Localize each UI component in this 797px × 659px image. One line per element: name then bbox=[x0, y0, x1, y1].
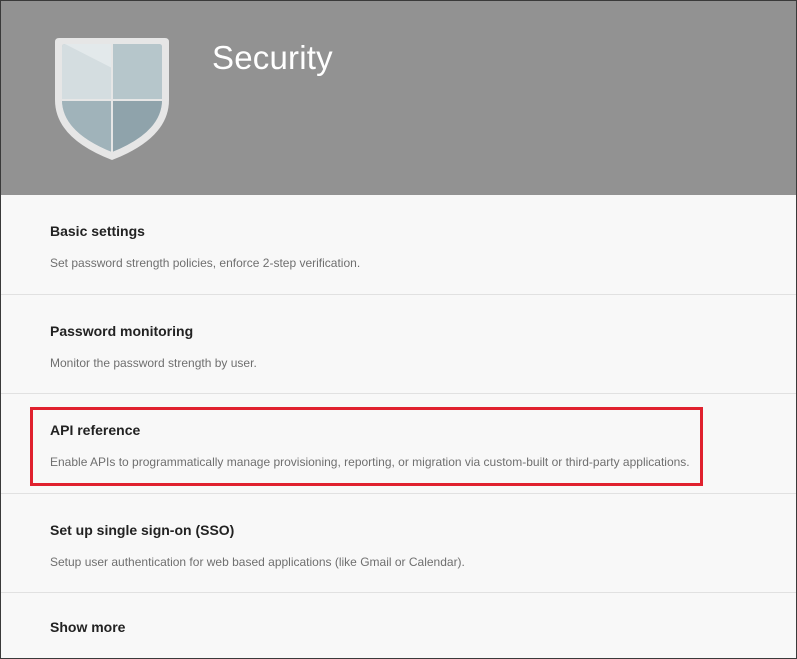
section-title: Password monitoring bbox=[50, 322, 194, 339]
show-more-button[interactable]: Show more bbox=[1, 593, 796, 658]
section-description: Monitor the password strength by user. bbox=[50, 355, 257, 370]
section-description: Set password strength policies, enforce … bbox=[50, 256, 361, 270]
show-more-label: Show more bbox=[50, 619, 126, 635]
section-sso[interactable]: Set up single sign-on (SSO) Setup user a… bbox=[1, 493, 796, 593]
section-basic-settings[interactable]: Basic settings Set password strength pol… bbox=[1, 195, 796, 295]
section-description: Enable APIs to programmatically manage p… bbox=[50, 455, 690, 469]
section-title: Basic settings bbox=[50, 223, 145, 239]
section-password-monitoring[interactable]: Password monitoring Monitor the password… bbox=[1, 294, 796, 394]
section-api-reference[interactable]: API reference Enable APIs to programmati… bbox=[1, 394, 796, 494]
page-title: Security bbox=[212, 39, 333, 76]
section-description: Setup user authentication for web based … bbox=[50, 554, 465, 569]
settings-list: Basic settings Set password strength pol… bbox=[1, 195, 796, 658]
section-title: API reference bbox=[50, 422, 141, 438]
section-title: Set up single sign-on (SSO) bbox=[50, 521, 235, 538]
header-banner: Security bbox=[1, 1, 796, 195]
security-panel: Security Basic settings Set password str… bbox=[0, 0, 797, 659]
shield-icon bbox=[55, 38, 169, 160]
